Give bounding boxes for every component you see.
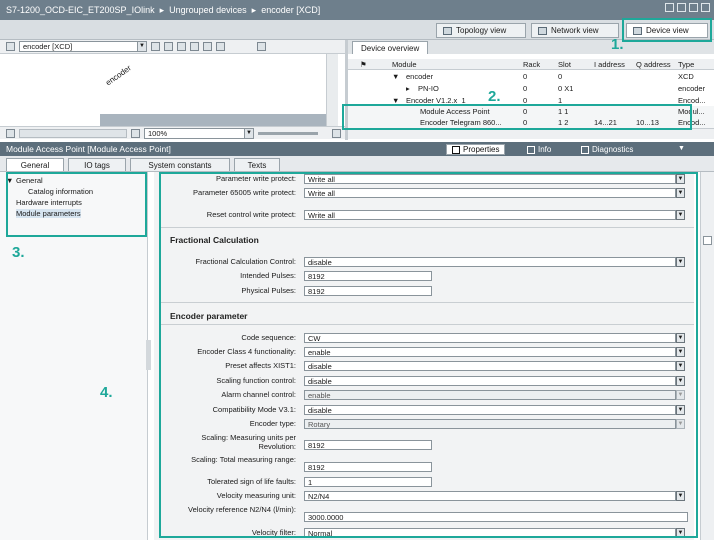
- toolbar-icon-3[interactable]: [177, 42, 186, 51]
- tab-topology-view[interactable]: Topology view: [436, 23, 526, 38]
- overview-icon[interactable]: [257, 42, 266, 51]
- tab-diagnostics[interactable]: Diagnostics: [576, 144, 638, 155]
- row-expand-icon[interactable]: ▼: [392, 72, 399, 81]
- nav-splitter[interactable]: [146, 340, 151, 370]
- restore-icon[interactable]: [677, 3, 686, 12]
- topology-icon: [443, 26, 452, 35]
- network-icon: [538, 26, 547, 35]
- grid-icon[interactable]: [190, 42, 199, 51]
- tab-texts[interactable]: Texts: [234, 158, 280, 171]
- col-rack[interactable]: Rack: [523, 60, 540, 69]
- inspector-controls: ▼: [672, 145, 708, 154]
- device-selector[interactable]: encoder [XCD] ▼: [19, 41, 147, 52]
- tab-properties[interactable]: Properties: [446, 144, 506, 155]
- info-icon: [527, 145, 535, 154]
- properties-icon: [452, 145, 460, 154]
- callout-box-2: [342, 104, 692, 130]
- col-slot[interactable]: Slot: [558, 60, 571, 69]
- canvas-vertical-scrollbar[interactable]: [326, 54, 338, 126]
- breadcrumb-folder[interactable]: Ungrouped devices: [169, 5, 247, 15]
- overview-tab-bar: Device overview: [348, 40, 714, 54]
- maximize-icon[interactable]: [689, 3, 698, 12]
- row-collapse-icon[interactable]: ▸: [406, 84, 410, 93]
- scroll-right-icon[interactable]: [131, 128, 140, 138]
- breadcrumb-project[interactable]: S7-1200_OCD-EIC_ET200SP_IOlink: [6, 5, 155, 15]
- chevron-down-icon[interactable]: ▼: [678, 145, 685, 154]
- table-row[interactable]: ▸ PN-IO 0 0 X1 encoder: [348, 83, 714, 94]
- hardware-icon[interactable]: [6, 42, 15, 51]
- callout-box-4: [159, 172, 698, 538]
- rack[interactable]: [100, 114, 330, 126]
- col-q-address[interactable]: Q address: [636, 60, 671, 69]
- callout-number-2: 2.: [488, 88, 501, 105]
- device-toolbar: encoder [XCD] ▼: [0, 40, 345, 54]
- table-row[interactable]: ▼ encoder 0 0 XCD: [348, 71, 714, 82]
- zoom-selector[interactable]: 100% ▼: [144, 127, 254, 139]
- col-i-address[interactable]: I address: [594, 60, 625, 69]
- inspector-subtabs: General IO tags System constants Texts: [0, 156, 714, 172]
- table-icon[interactable]: [203, 42, 212, 51]
- callout-number-1: 1.: [611, 36, 624, 53]
- tab-system-constants[interactable]: System constants: [130, 158, 230, 171]
- view-tab-bar: Topology view Network view Device view: [0, 20, 714, 40]
- callout-number-4: 4.: [100, 384, 113, 401]
- breadcrumb-separator: ▸: [251, 4, 257, 15]
- window-controls: [665, 3, 710, 12]
- scroll-left-icon[interactable]: [6, 128, 15, 138]
- toolbar-icon-1[interactable]: [151, 42, 160, 51]
- breadcrumb-device[interactable]: encoder [XCD]: [261, 5, 320, 15]
- close-icon[interactable]: [701, 3, 710, 12]
- overview-header-row: ⚑ Module Rack Slot I address Q address T…: [348, 59, 714, 70]
- breadcrumb-separator: ▸: [159, 4, 165, 15]
- toolbar-icon-2[interactable]: [164, 42, 173, 51]
- minimize-icon[interactable]: [665, 3, 674, 12]
- callout-box-3: [6, 172, 147, 237]
- canvas-horizontal-scrollbar[interactable]: [19, 128, 127, 138]
- callout-box-1: [622, 18, 712, 42]
- tab-general[interactable]: General: [6, 158, 64, 171]
- diagnostics-icon: [581, 145, 589, 154]
- tab-io-tags[interactable]: IO tags: [68, 158, 126, 171]
- window-title-bar: S7-1200_OCD-EIC_ET200SP_IOlink ▸ Ungroup…: [0, 0, 714, 20]
- scroll-thumb[interactable]: [703, 236, 712, 245]
- col-module[interactable]: Module: [392, 60, 417, 69]
- tab-network-view[interactable]: Network view: [531, 23, 619, 38]
- callout-number-3: 3.: [12, 244, 25, 261]
- tab-device-overview[interactable]: Device overview: [352, 41, 429, 54]
- zoom-slider[interactable]: [258, 131, 318, 135]
- chevron-down-icon: ▼: [244, 128, 253, 138]
- tab-info[interactable]: Info: [522, 144, 556, 155]
- col-type[interactable]: Type: [678, 60, 694, 69]
- content-vertical-scrollbar[interactable]: [700, 172, 714, 540]
- fit-icon[interactable]: [332, 128, 341, 138]
- filter-icon[interactable]: ⚑: [360, 60, 367, 69]
- chevron-down-icon: ▼: [137, 42, 146, 51]
- canvas-status-bar: 100% ▼: [0, 126, 345, 139]
- zoom-icon[interactable]: [216, 42, 225, 51]
